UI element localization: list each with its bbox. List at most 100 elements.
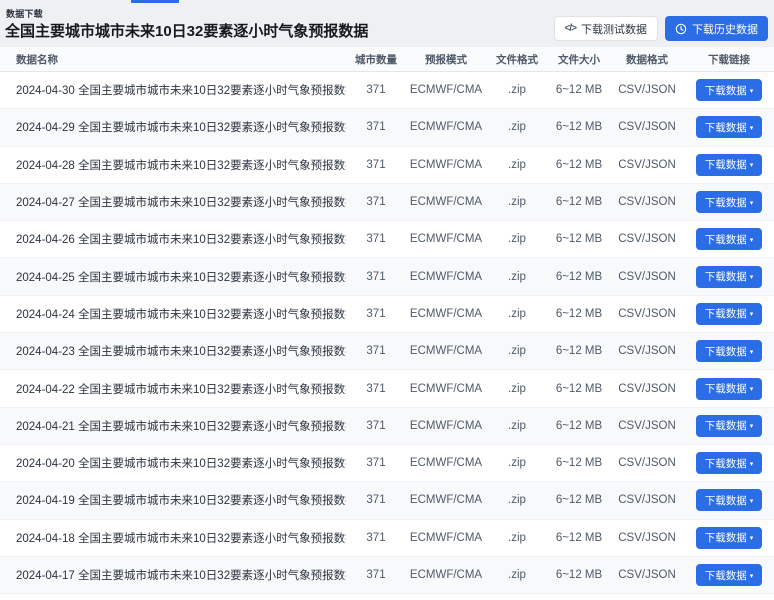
download-data-button[interactable]: 下载数据 ▾ bbox=[696, 564, 762, 586]
row-file-format: .zip bbox=[486, 345, 548, 357]
table-row: 2024-04-18 全国主要城市城市未来10日32要素逐小时气象预报数据 37… bbox=[0, 520, 774, 557]
download-data-button[interactable]: 下载数据 ▾ bbox=[696, 340, 762, 362]
row-file-size: 6~12 MB bbox=[548, 84, 610, 96]
download-data-button[interactable]: 下载数据 ▾ bbox=[696, 79, 762, 101]
toolbar: </> 下载测试数据 下载历史数据 bbox=[554, 16, 768, 41]
row-forecast-model: ECMWF/CMA bbox=[406, 457, 486, 469]
download-data-button[interactable]: 下载数据 ▾ bbox=[696, 489, 762, 511]
download-data-button[interactable]: 下载数据 ▾ bbox=[696, 266, 762, 288]
row-data-name: 2024-04-22 全国主要城市城市未来10日32要素逐小时气象预报数据 bbox=[0, 381, 346, 397]
chevron-down-icon: ▾ bbox=[750, 237, 754, 244]
row-file-format: .zip bbox=[486, 159, 548, 171]
row-forecast-model: ECMWF/CMA bbox=[406, 159, 486, 171]
row-forecast-model: ECMWF/CMA bbox=[406, 494, 486, 506]
row-file-size: 6~12 MB bbox=[548, 457, 610, 469]
table-row: 2024-04-25 全国主要城市城市未来10日32要素逐小时气象预报数据 37… bbox=[0, 258, 774, 295]
row-forecast-model: ECMWF/CMA bbox=[406, 271, 486, 283]
header-data-name: 数据名称 bbox=[0, 52, 346, 67]
chevron-down-icon: ▾ bbox=[750, 498, 754, 505]
code-icon: </> bbox=[565, 23, 576, 34]
download-data-label: 下载数据 bbox=[705, 381, 747, 396]
download-data-label: 下载数据 bbox=[705, 344, 747, 359]
row-forecast-model: ECMWF/CMA bbox=[406, 420, 486, 432]
row-file-format: .zip bbox=[486, 121, 548, 133]
download-data-label: 下载数据 bbox=[705, 269, 747, 284]
row-data-name: 2024-04-25 全国主要城市城市未来10日32要素逐小时气象预报数据 bbox=[0, 269, 346, 285]
header-forecast-model: 预报模式 bbox=[406, 52, 486, 67]
row-data-format: CSV/JSON bbox=[610, 121, 684, 133]
row-data-format: CSV/JSON bbox=[610, 569, 684, 581]
row-city-count: 371 bbox=[346, 308, 406, 320]
download-data-button[interactable]: 下载数据 ▾ bbox=[696, 191, 762, 213]
row-data-format: CSV/JSON bbox=[610, 383, 684, 395]
row-data-name: 2024-04-17 全国主要城市城市未来10日32要素逐小时气象预报数据 bbox=[0, 567, 346, 583]
table-row: 2024-04-30 全国主要城市城市未来10日32要素逐小时气象预报数据 37… bbox=[0, 72, 774, 109]
row-file-format: .zip bbox=[486, 233, 548, 245]
download-data-button[interactable]: 下载数据 ▾ bbox=[696, 116, 762, 138]
row-forecast-model: ECMWF/CMA bbox=[406, 569, 486, 581]
chevron-down-icon: ▾ bbox=[750, 162, 754, 169]
download-data-label: 下载数据 bbox=[705, 157, 747, 172]
chevron-down-icon: ▾ bbox=[750, 423, 754, 430]
row-data-name: 2024-04-28 全国主要城市城市未来10日32要素逐小时气象预报数据 bbox=[0, 157, 346, 173]
row-data-name: 2024-04-18 全国主要城市城市未来10日32要素逐小时气象预报数据 bbox=[0, 530, 346, 546]
table-row: 2024-04-23 全国主要城市城市未来10日32要素逐小时气象预报数据 37… bbox=[0, 333, 774, 370]
row-file-size: 6~12 MB bbox=[548, 159, 610, 171]
row-forecast-model: ECMWF/CMA bbox=[406, 196, 486, 208]
header-download-link: 下载链接 bbox=[684, 52, 774, 67]
chevron-down-icon: ▾ bbox=[750, 386, 754, 393]
row-file-format: .zip bbox=[486, 569, 548, 581]
download-test-data-label: 下载测试数据 bbox=[581, 21, 647, 37]
row-data-name: 2024-04-29 全国主要城市城市未来10日32要素逐小时气象预报数据 bbox=[0, 119, 346, 135]
row-city-count: 371 bbox=[346, 383, 406, 395]
download-data-label: 下载数据 bbox=[705, 232, 747, 247]
row-city-count: 371 bbox=[346, 121, 406, 133]
row-data-name: 2024-04-23 全国主要城市城市未来10日32要素逐小时气象预报数据 bbox=[0, 343, 346, 359]
row-file-size: 6~12 MB bbox=[548, 420, 610, 432]
download-data-button[interactable]: 下载数据 ▾ bbox=[696, 378, 762, 400]
row-file-format: .zip bbox=[486, 494, 548, 506]
row-file-format: .zip bbox=[486, 271, 548, 283]
row-file-size: 6~12 MB bbox=[548, 383, 610, 395]
download-test-data-button[interactable]: </> 下载测试数据 bbox=[554, 16, 658, 41]
row-file-size: 6~12 MB bbox=[548, 121, 610, 133]
row-data-format: CSV/JSON bbox=[610, 84, 684, 96]
download-data-button[interactable]: 下载数据 ▾ bbox=[696, 228, 762, 250]
row-forecast-model: ECMWF/CMA bbox=[406, 308, 486, 320]
download-data-button[interactable]: 下载数据 ▾ bbox=[696, 452, 762, 474]
row-forecast-model: ECMWF/CMA bbox=[406, 345, 486, 357]
row-data-name: 2024-04-30 全国主要城市城市未来10日32要素逐小时气象预报数据 bbox=[0, 82, 346, 98]
table-row: 2024-04-24 全国主要城市城市未来10日32要素逐小时气象预报数据 37… bbox=[0, 296, 774, 333]
row-data-format: CSV/JSON bbox=[610, 196, 684, 208]
chevron-down-icon: ▾ bbox=[750, 88, 754, 95]
active-tab-indicator bbox=[131, 0, 179, 3]
table-row: 2024-04-17 全国主要城市城市未来10日32要素逐小时气象预报数据 37… bbox=[0, 557, 774, 594]
row-forecast-model: ECMWF/CMA bbox=[406, 532, 486, 544]
row-file-size: 6~12 MB bbox=[548, 308, 610, 320]
table-row: 2024-04-21 全国主要城市城市未来10日32要素逐小时气象预报数据 37… bbox=[0, 408, 774, 445]
chevron-down-icon: ▾ bbox=[750, 274, 754, 281]
row-file-size: 6~12 MB bbox=[548, 532, 610, 544]
row-data-name: 2024-04-20 全国主要城市城市未来10日32要素逐小时气象预报数据 bbox=[0, 455, 346, 471]
row-data-format: CSV/JSON bbox=[610, 532, 684, 544]
table-header-row: 数据名称 城市数量 预报模式 文件格式 文件大小 数据格式 下载链接 bbox=[0, 47, 774, 72]
download-data-button[interactable]: 下载数据 ▾ bbox=[696, 154, 762, 176]
table-row-partial bbox=[0, 594, 774, 600]
row-city-count: 371 bbox=[346, 345, 406, 357]
row-data-format: CSV/JSON bbox=[610, 457, 684, 469]
download-data-button[interactable]: 下载数据 ▾ bbox=[696, 415, 762, 437]
download-data-button[interactable]: 下载数据 ▾ bbox=[696, 303, 762, 325]
row-file-size: 6~12 MB bbox=[548, 345, 610, 357]
row-data-format: CSV/JSON bbox=[610, 233, 684, 245]
row-city-count: 371 bbox=[346, 532, 406, 544]
row-city-count: 371 bbox=[346, 569, 406, 581]
row-file-format: .zip bbox=[486, 308, 548, 320]
breadcrumb: 数据下载 bbox=[6, 7, 43, 20]
row-data-name: 2024-04-27 全国主要城市城市未来10日32要素逐小时气象预报数据 bbox=[0, 194, 346, 210]
download-data-button[interactable]: 下载数据 ▾ bbox=[696, 527, 762, 549]
download-history-data-button[interactable]: 下载历史数据 bbox=[665, 16, 768, 41]
row-data-format: CSV/JSON bbox=[610, 271, 684, 283]
table-row: 2024-04-22 全国主要城市城市未来10日32要素逐小时气象预报数据 37… bbox=[0, 370, 774, 407]
chevron-down-icon: ▾ bbox=[750, 125, 754, 132]
download-data-label: 下载数据 bbox=[705, 530, 747, 545]
